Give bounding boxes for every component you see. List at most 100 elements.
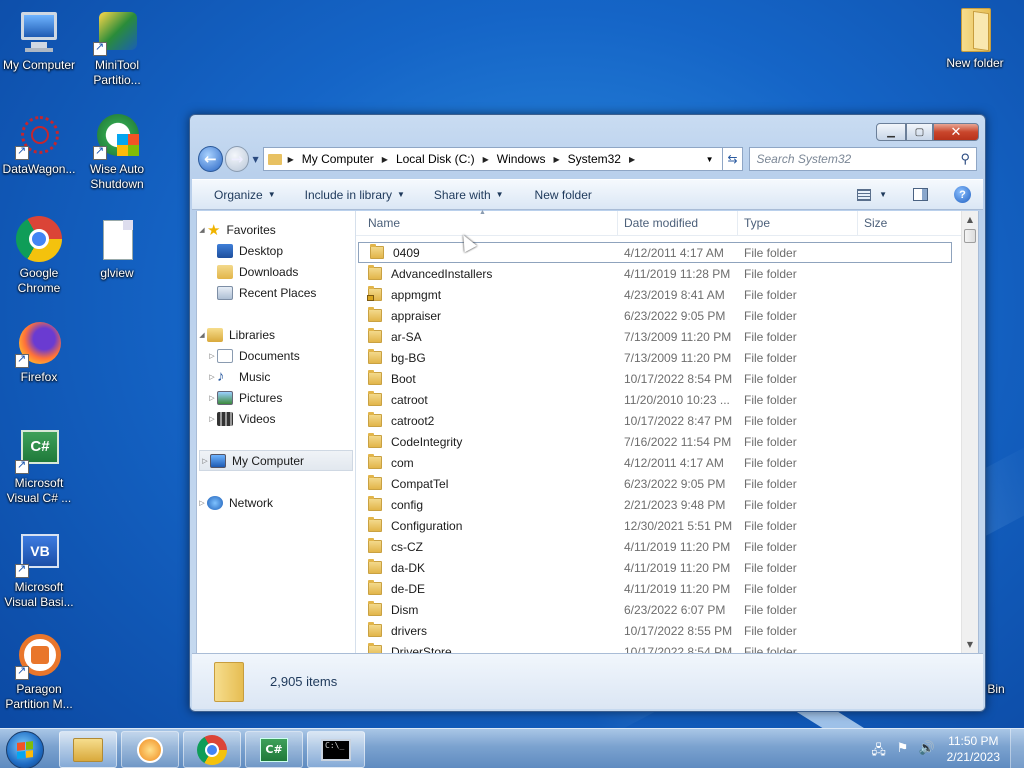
expand-triangle-icon[interactable]: ▷ [197,499,207,507]
change-view-button[interactable]: ▼ [857,188,887,201]
expand-triangle-icon[interactable]: ▷ [207,373,217,381]
file-row[interactable]: CompatTel 6/23/2022 9:05 PM File folder [356,473,978,494]
file-date: 2/21/2023 9:48 PM [624,497,726,512]
nav-network[interactable]: ▷ Network [197,492,355,513]
maximize-button[interactable]: ▢ [906,123,933,141]
nav-item-downloads[interactable]: Downloads [197,261,355,282]
network-tray-icon[interactable]: 🖧 [871,741,887,758]
minimize-button[interactable]: ▁ [876,123,906,141]
expand-triangle-icon[interactable]: ▷ [207,415,217,423]
file-row[interactable]: appmgmt 4/23/2019 8:41 AM File folder [356,284,978,305]
file-row[interactable]: Boot 10/17/2022 8:54 PM File folder [356,368,978,389]
breadcrumb-windows[interactable]: Windows [497,152,546,166]
desktop-icon-minitool[interactable]: MiniTool Partitio... [77,8,157,88]
breadcrumb-my-computer[interactable]: My Computer [302,152,374,166]
file-row[interactable]: catroot2 10/17/2022 8:47 PM File folder [356,410,978,431]
column-type[interactable]: Type [738,210,858,236]
file-row[interactable]: cs-CZ 4/11/2019 11:20 PM File folder [356,536,978,557]
collapse-triangle-icon[interactable]: ◢ [197,331,207,339]
file-row[interactable]: config 2/21/2023 9:48 PM File folder [356,494,978,515]
include-in-library-menu[interactable]: Include in library ▼ [287,188,416,202]
nav-favorites[interactable]: ◢ ★ Favorites [197,219,355,240]
chevron-right-icon[interactable]: ▶ [382,155,388,164]
column-date-modified[interactable]: Date modified [618,210,738,236]
file-row[interactable]: de-DE 4/11/2019 11:20 PM File folder [356,578,978,599]
file-row[interactable]: bg-BG 7/13/2009 11:20 PM File folder [356,347,978,368]
action-center-flag-icon[interactable]: ⚑ [895,741,911,757]
nav-item-recent-places[interactable]: Recent Places [197,282,355,303]
folder-icon [368,349,382,364]
new-folder-button[interactable]: New folder [515,188,603,202]
desktop-icon-datawagon[interactable]: DataWagon... [0,112,79,177]
volume-icon[interactable]: 🔊 [919,741,935,757]
share-with-menu[interactable]: Share with ▼ [416,188,515,202]
column-size[interactable]: Size [858,211,938,236]
breadcrumb-system32[interactable]: System32 [568,152,621,166]
file-row[interactable]: da-DK 4/11/2019 11:20 PM File folder [356,557,978,578]
file-name: CodeIntegrity [391,434,463,449]
taskbar-chrome[interactable] [183,731,241,768]
breadcrumb-local-disk[interactable]: Local Disk (C:) [396,152,475,166]
forward-button[interactable]: → [224,146,250,172]
chevron-right-icon[interactable]: ▶ [483,155,489,164]
desktop-icon-firefox[interactable]: Firefox [0,320,79,385]
refresh-button[interactable]: ⇆ [722,147,744,171]
file-row[interactable]: Configuration 12/30/2021 5:51 PM File fold… [356,515,978,536]
chevron-right-icon[interactable]: ▶ [288,155,294,164]
scroll-up-icon[interactable]: ▲ [962,211,978,228]
file-row[interactable]: 0409 4/12/2011 4:17 AM File folder [358,242,952,263]
taskbar-explorer[interactable] [59,731,117,768]
file-row[interactable]: appraiser 6/23/2022 9:05 PM File folder [356,305,978,326]
search-icon[interactable]: ⚲ [960,151,970,167]
nav-item-documents[interactable]: ▷ Documents [197,345,355,366]
taskbar-visual-csharp[interactable]: C# [245,731,303,768]
nav-item-music[interactable]: ▷ ♪ Music [197,366,355,387]
collapse-triangle-icon[interactable]: ◢ [197,226,207,234]
nav-item-desktop[interactable]: Desktop [197,240,355,261]
scroll-thumb[interactable] [964,229,976,243]
desktop-icon-my-computer[interactable]: My Computer [0,8,79,73]
file-row[interactable]: Dism 6/23/2022 6:07 PM File folder [356,599,978,620]
address-history-dropdown[interactable]: ▼ [698,155,722,164]
nav-item-pictures[interactable]: ▷ Pictures [197,387,355,408]
vertical-scrollbar[interactable]: ▲ ▼ [961,211,978,653]
expand-triangle-icon[interactable]: ▷ [207,352,217,360]
file-row[interactable]: catroot 11/20/2010 10:23 ... File folder [356,389,978,410]
desktop-icon-visual-csharp[interactable]: C# Microsoft Visual C# ... [0,426,79,506]
file-name: appmgmt [391,287,442,302]
address-bar[interactable]: ▶ My Computer ▶ Local Disk (C:) ▶ Window… [262,147,723,171]
desktop-icon-google-chrome[interactable]: Google Chrome [0,216,79,296]
chevron-right-icon[interactable]: ▶ [553,155,559,164]
desktop-icon-glview[interactable]: glview [77,216,157,281]
preview-pane-icon[interactable] [913,188,928,201]
back-button[interactable]: ← [198,146,223,172]
close-button[interactable]: ✕ [933,123,979,141]
desktop-icon-paragon[interactable]: Paragon Partition M... [0,632,79,712]
expand-triangle-icon[interactable]: ▷ [200,457,210,465]
column-name[interactable]: Name [356,210,618,236]
file-row[interactable]: CodeIntegrity 7/16/2022 11:54 PM File fold… [356,431,978,452]
show-desktop-button[interactable] [1010,729,1024,768]
taskbar-command-prompt[interactable]: C:\_ [307,731,365,768]
nav-libraries[interactable]: ◢ Libraries [197,324,355,345]
recent-pages-dropdown[interactable]: ▼ [252,155,258,164]
nav-item-videos[interactable]: ▷ Videos [197,408,355,429]
file-row[interactable]: ar-SA 7/13/2009 11:20 PM File folder [356,326,978,347]
chevron-right-icon[interactable]: ▶ [629,155,635,164]
desktop-icon-new-folder[interactable]: New folder [935,6,1015,71]
nav-my-computer[interactable]: ▷ My Computer [199,450,353,471]
search-input[interactable]: Search System32 ⚲ [749,147,978,171]
file-row[interactable]: drivers 10/17/2022 8:55 PM File folder [356,620,978,641]
file-row[interactable]: AdvancedInstallers 4/11/2019 11:28 PM File… [356,263,978,284]
scroll-down-icon[interactable]: ▼ [962,636,978,653]
expand-triangle-icon[interactable]: ▷ [207,394,217,402]
file-row[interactable]: com 4/12/2011 4:17 AM File folder [356,452,978,473]
desktop-icon-visual-basic[interactable]: VB Microsoft Visual Basi... [0,530,79,610]
desktop-icon-wise-auto-shutdown[interactable]: Wise Auto Shutdown [77,112,157,192]
navigation-pane: ◢ ★ Favorites Desktop Downloads Recent P… [197,211,356,653]
taskbar-media-player[interactable] [121,731,179,768]
clock[interactable]: 11:50 PM 2/21/2023 [939,733,1010,765]
start-button[interactable] [6,731,44,768]
organize-menu[interactable]: Organize ▼ [192,188,287,202]
help-icon[interactable]: ? [954,186,971,203]
